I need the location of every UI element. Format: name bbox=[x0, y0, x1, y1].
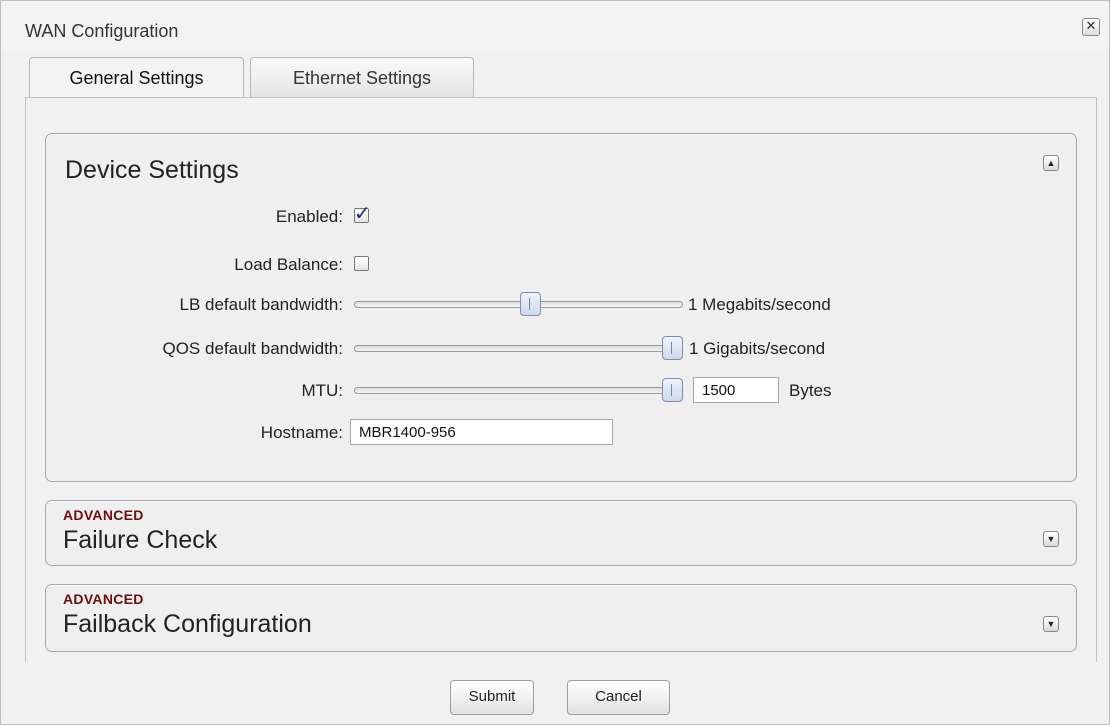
dialog-titlebar: WAN Configuration ✕ bbox=[1, 1, 1109, 53]
qos-bandwidth-label: QOS default bandwidth: bbox=[162, 339, 343, 358]
failure-check-panel[interactable]: ADVANCED Failure Check ▼ bbox=[45, 500, 1077, 566]
mtu-label: MTU: bbox=[301, 381, 343, 400]
wan-configuration-dialog: WAN Configuration ✕ General Settings Eth… bbox=[0, 0, 1110, 725]
enabled-row: Enabled: ✓ bbox=[46, 203, 1076, 231]
expand-icon[interactable]: ▼ bbox=[1043, 531, 1059, 547]
mtu-row: MTU: Bytes bbox=[46, 377, 1076, 405]
device-settings-title: Device Settings bbox=[65, 156, 239, 184]
qos-bandwidth-slider-handle[interactable] bbox=[662, 336, 683, 360]
enabled-label: Enabled: bbox=[275, 207, 343, 226]
tab-content: Device Settings ▲ Enabled: ✓ Load Balanc… bbox=[25, 97, 1097, 662]
qos-bandwidth-row: QOS default bandwidth: 1 Gigabits/second bbox=[46, 335, 1076, 363]
failure-check-advanced-tag: ADVANCED bbox=[63, 507, 144, 523]
failback-advanced-tag: ADVANCED bbox=[63, 591, 144, 607]
tab-general-settings[interactable]: General Settings bbox=[29, 57, 244, 99]
mtu-unit: Bytes bbox=[789, 381, 832, 400]
checkmark-icon: ✓ bbox=[354, 203, 371, 225]
mtu-input[interactable] bbox=[693, 377, 779, 403]
hostname-row: Hostname: bbox=[46, 419, 1076, 447]
device-settings-panel: Device Settings ▲ Enabled: ✓ Load Balanc… bbox=[45, 133, 1077, 482]
failback-configuration-panel[interactable]: ADVANCED Failback Configuration ▼ bbox=[45, 584, 1077, 652]
failback-title: Failback Configuration bbox=[63, 610, 312, 638]
failure-check-title: Failure Check bbox=[63, 526, 218, 554]
submit-button[interactable]: Submit bbox=[450, 680, 534, 715]
mtu-slider-handle[interactable] bbox=[662, 378, 683, 402]
lb-bandwidth-label: LB default bandwidth: bbox=[179, 295, 343, 314]
tab-ethernet-settings[interactable]: Ethernet Settings bbox=[250, 57, 474, 98]
cancel-button[interactable]: Cancel bbox=[567, 680, 670, 715]
load-balance-label: Load Balance: bbox=[234, 255, 343, 274]
lb-bandwidth-slider-track[interactable] bbox=[354, 301, 683, 308]
collapse-icon[interactable]: ▲ bbox=[1043, 155, 1059, 171]
mtu-slider-track[interactable] bbox=[354, 387, 674, 394]
qos-bandwidth-slider-track[interactable] bbox=[354, 345, 674, 352]
hostname-label: Hostname: bbox=[260, 423, 343, 442]
lb-bandwidth-value: 1 Megabits/second bbox=[688, 295, 831, 314]
close-icon[interactable]: ✕ bbox=[1082, 18, 1100, 36]
load-balance-row: Load Balance: bbox=[46, 251, 1076, 279]
hostname-input[interactable] bbox=[350, 419, 613, 445]
load-balance-checkbox[interactable] bbox=[354, 256, 369, 271]
enabled-checkbox[interactable]: ✓ bbox=[354, 203, 371, 225]
lb-bandwidth-row: LB default bandwidth: 1 Megabits/second bbox=[46, 291, 1076, 319]
qos-bandwidth-value: 1 Gigabits/second bbox=[689, 339, 826, 358]
dialog-title: WAN Configuration bbox=[25, 21, 179, 41]
lb-bandwidth-slider-handle[interactable] bbox=[520, 292, 541, 316]
expand-icon[interactable]: ▼ bbox=[1043, 616, 1059, 632]
